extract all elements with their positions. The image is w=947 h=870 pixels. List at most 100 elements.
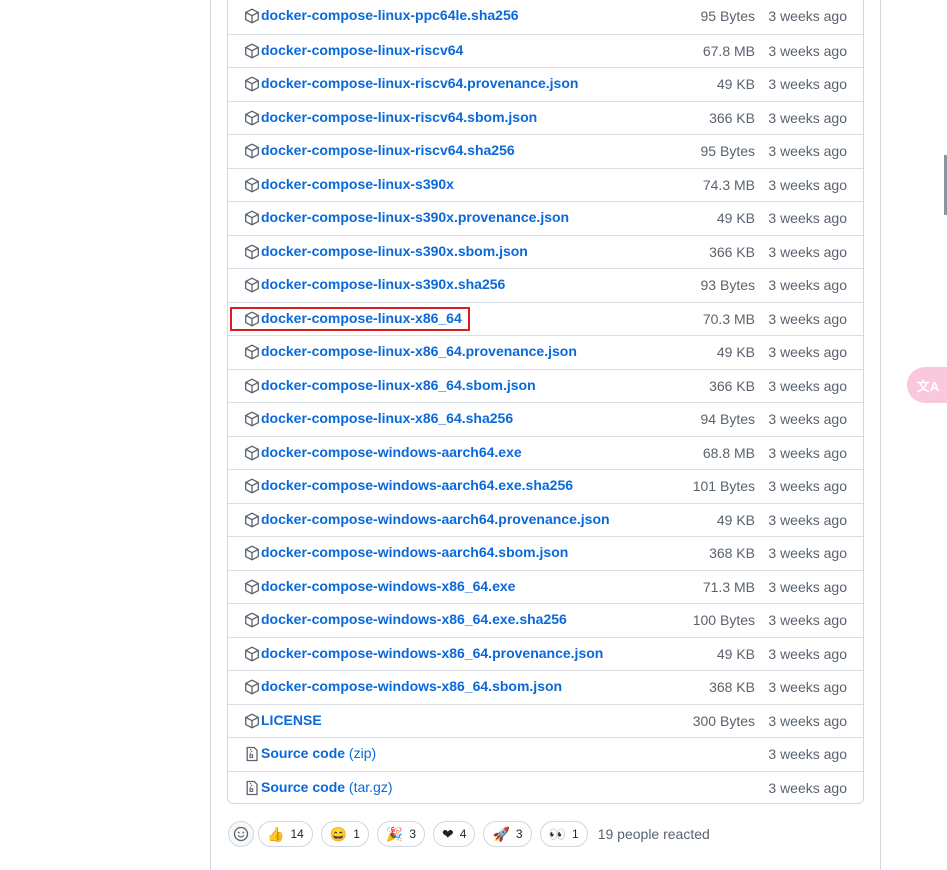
asset-link[interactable]: docker-compose-windows-x86_64.exe.sha256 [261, 611, 567, 627]
package-icon [244, 679, 260, 695]
asset-date: 3 weeks ago [768, 511, 847, 528]
asset-size: 101 Bytes [692, 478, 755, 494]
asset-date: 3 weeks ago [768, 612, 847, 628]
asset-row: docker-compose-windows-aarch64.sbom.json… [228, 536, 863, 570]
asset-row: docker-compose-linux-riscv64.provenance.… [228, 67, 863, 101]
asset-date: 3 weeks ago [768, 444, 847, 461]
heart-icon: ❤ [442, 826, 454, 842]
asset-link[interactable]: docker-compose-linux-ppc64le.sha256 [261, 7, 519, 23]
asset-link[interactable]: docker-compose-linux-s390x [261, 176, 454, 192]
asset-date: 3 weeks ago [768, 143, 847, 159]
asset-link[interactable]: docker-compose-windows-aarch64.provenanc… [261, 511, 610, 527]
asset-name: LICENSE [261, 711, 322, 728]
asset-row: docker-compose-linux-x86_64 70.3 MB 3 week… [228, 301, 863, 336]
add-reaction-button[interactable] [228, 821, 254, 847]
asset-row: LICENSE 300 Bytes 3 weeks ago [228, 703, 863, 738]
asset-date: 3 weeks ago [768, 478, 847, 494]
asset-name: docker-compose-windows-aarch64.exe.sha25… [261, 477, 574, 493]
asset-row: docker-compose-windows-x86_64.exe 71.3 MB… [228, 569, 863, 604]
asset-link[interactable]: docker-compose-windows-aarch64.exe.sha25… [261, 477, 573, 493]
asset-row: docker-compose-windows-x86_64.exe.sha256… [228, 603, 863, 637]
asset-name: docker-compose-windows-aarch64.exe [261, 443, 522, 460]
asset-name: docker-compose-windows-aarch64.provenanc… [261, 510, 610, 527]
asset-row: docker-compose-linux-ppc64le.sha256 95 By… [228, 0, 863, 34]
asset-size: 368 KB [709, 545, 755, 561]
asset-link[interactable]: docker-compose-linux-riscv64 [261, 42, 463, 58]
reaction-button[interactable]: 🚀 3 [483, 821, 532, 847]
asset-link[interactable]: docker-compose-windows-x86_64.sbom.json [261, 678, 562, 694]
asset-name: docker-compose-windows-aarch64.sbom.json [261, 544, 569, 560]
asset-date: 3 weeks ago [768, 578, 847, 595]
package-icon [244, 579, 260, 595]
asset-row: docker-compose-windows-aarch64.exe 68.8 M… [228, 435, 863, 470]
reactions-bar: 👍 14 😄 1 🎉 3 ❤ 4 🚀 3 👀 1 19 people reacted [228, 820, 710, 848]
package-icon [244, 344, 260, 360]
asset-name: docker-compose-linux-s390x.provenance.js… [261, 209, 570, 225]
asset-link[interactable]: docker-compose-windows-x86_64.provenance… [261, 645, 603, 661]
asset-link[interactable]: docker-compose-linux-x86_64 [261, 310, 462, 326]
asset-link[interactable]: Source code (tar.gz) [261, 779, 393, 795]
asset-link[interactable]: LICENSE [261, 712, 322, 728]
asset-row: docker-compose-linux-riscv64.sbom.json 36… [228, 100, 863, 135]
asset-link[interactable]: docker-compose-linux-x86_64.sbom.json [261, 377, 536, 393]
eyes-icon: 👀 [548, 826, 567, 842]
asset-size: 366 KB [709, 377, 755, 394]
asset-link[interactable]: docker-compose-windows-aarch64.exe [261, 444, 522, 460]
asset-name: docker-compose-windows-x86_64.sbom.json [261, 678, 563, 694]
reaction-button[interactable]: 👀 1 [539, 821, 588, 847]
asset-row: docker-compose-linux-s390x 74.3 MB 3 weeks… [228, 167, 863, 202]
asset-row: docker-compose-linux-s390x.sha256 93 Byte… [228, 268, 863, 302]
reaction-button[interactable]: 👍 14 [258, 821, 313, 847]
asset-link[interactable]: docker-compose-linux-s390x.provenance.js… [261, 209, 569, 225]
package-icon [244, 110, 260, 126]
package-icon [244, 713, 260, 729]
asset-size: 93 Bytes [700, 277, 755, 293]
asset-link[interactable]: Source code (zip) [261, 745, 376, 761]
asset-row: Source code (tar.gz) 3 weeks ago [228, 770, 863, 804]
asset-size: 71.3 MB [702, 578, 755, 595]
asset-row: docker-compose-windows-x86_64.provenance… [228, 636, 863, 671]
asset-row: docker-compose-linux-s390x.sbom.json 366 … [228, 234, 863, 269]
asset-date: 3 weeks ago [768, 679, 847, 695]
asset-size: 49 KB [716, 511, 755, 528]
asset-link[interactable]: docker-compose-windows-aarch64.sbom.json [261, 544, 568, 560]
package-icon [244, 378, 260, 394]
reaction-button[interactable]: 😄 1 [320, 821, 369, 847]
asset-date: 3 weeks ago [768, 344, 847, 360]
asset-link[interactable]: docker-compose-windows-x86_64.exe [261, 578, 515, 594]
asset-link[interactable]: docker-compose-linux-x86_64.sha256 [261, 410, 513, 426]
asset-size: 94 Bytes [700, 411, 755, 427]
asset-link[interactable]: docker-compose-linux-riscv64.sbom.json [261, 109, 537, 125]
package-icon [244, 143, 260, 159]
reacted-summary: 19 people reacted [597, 826, 710, 842]
translate-icon: 文A [916, 378, 940, 394]
asset-link[interactable]: docker-compose-linux-riscv64.sha256 [261, 142, 515, 158]
asset-date: 3 weeks ago [768, 545, 847, 561]
asset-row: docker-compose-windows-x86_64.sbom.json 3… [228, 670, 863, 704]
asset-date: 3 weeks ago [768, 277, 847, 293]
asset-link[interactable]: docker-compose-linux-s390x.sbom.json [261, 243, 528, 259]
asset-size: 368 KB [709, 679, 755, 695]
reaction-button[interactable]: 🎉 3 [376, 821, 426, 847]
asset-name: docker-compose-windows-x86_64.exe.sha256 [261, 611, 567, 627]
asset-link[interactable]: docker-compose-linux-x86_64.provenance.j… [261, 343, 577, 359]
asset-name: docker-compose-linux-x86_64.sha256 [261, 410, 514, 426]
translate-button[interactable]: 文A [907, 367, 947, 403]
reaction-count: 14 [290, 827, 304, 841]
asset-size: 49 KB [716, 645, 755, 662]
reaction-button[interactable]: ❤ 4 [433, 821, 476, 847]
asset-ext: (zip) [348, 745, 377, 761]
package-icon [244, 177, 260, 193]
asset-date: 3 weeks ago [768, 109, 847, 126]
file-zip-icon [244, 746, 260, 762]
asset-size: 49 KB [716, 344, 755, 360]
asset-name: docker-compose-linux-s390x.sha256 [261, 276, 506, 292]
asset-name: Source code [261, 745, 346, 761]
asset-link[interactable]: docker-compose-linux-riscv64.provenance.… [261, 75, 578, 91]
asset-size: 70.3 MB [702, 310, 755, 327]
asset-date: 3 weeks ago [768, 243, 847, 260]
asset-name: docker-compose-linux-x86_64 [261, 309, 462, 326]
asset-link[interactable]: docker-compose-linux-s390x.sha256 [261, 276, 505, 292]
package-icon [244, 445, 260, 461]
asset-size: 366 KB [709, 109, 755, 126]
